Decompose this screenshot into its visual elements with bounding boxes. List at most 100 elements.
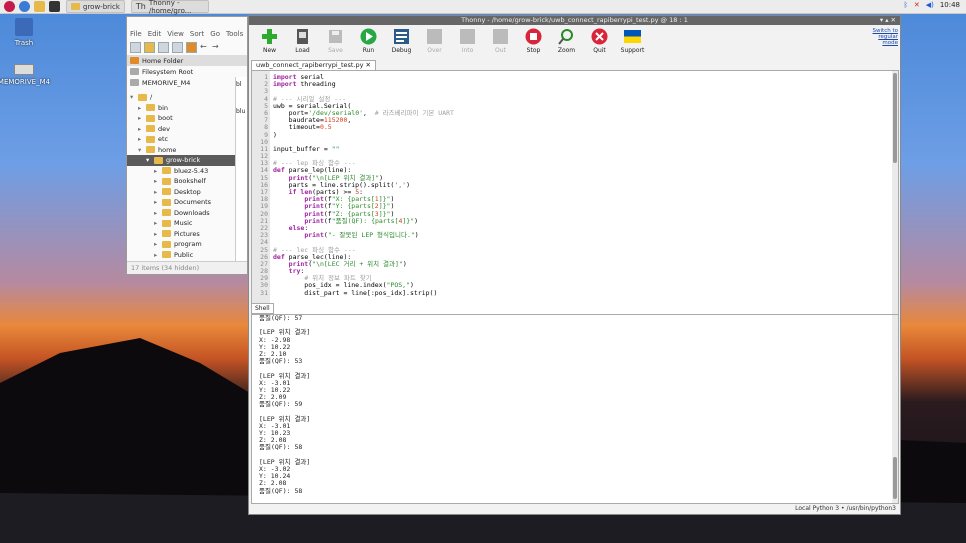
expand-arrow-icon[interactable]: ▸ — [138, 125, 143, 133]
thonny-statusbar[interactable]: Local Python 3 • /usr/bin/python3 — [249, 504, 900, 514]
back-arrow-icon[interactable]: ← — [200, 42, 209, 51]
scrollbar-thumb[interactable] — [893, 73, 897, 163]
expand-arrow-icon[interactable]: ▸ — [154, 177, 159, 185]
tree-item[interactable]: ▸ program — [127, 239, 247, 250]
stop-button[interactable]: Stop — [517, 25, 550, 54]
support-button[interactable]: Support — [616, 25, 649, 54]
place-memorive[interactable]: MEMORIVE_M4 ⏏ — [127, 77, 247, 88]
tree-item[interactable]: ▾ grow-brick — [127, 155, 247, 166]
load-button[interactable]: Load — [286, 25, 319, 54]
expand-arrow-icon[interactable]: ▾ — [138, 146, 143, 154]
place-filesystem-root[interactable]: Filesystem Root — [127, 66, 247, 77]
menu-tools[interactable]: Tools — [226, 30, 243, 38]
tree-item[interactable]: ▾ home — [127, 145, 247, 156]
menu-go[interactable]: Go — [210, 30, 220, 38]
icon-view-icon[interactable] — [158, 42, 169, 53]
tree-item-label: Documents — [174, 198, 212, 207]
zoom-button[interactable]: Zoom — [550, 25, 583, 54]
close-icon[interactable]: ✕ — [891, 16, 896, 24]
editor-tab[interactable]: uwb_connect_rapiberrypi_test.py ✕ — [251, 60, 376, 70]
expand-arrow-icon[interactable]: ▸ — [154, 219, 159, 227]
new-button[interactable]: New — [253, 25, 286, 54]
toolbar-label: Support — [620, 47, 645, 54]
tree-item[interactable]: ▸ Music — [127, 218, 247, 229]
tree-item[interactable]: ▾ / — [127, 92, 247, 103]
shell-console[interactable]: 품질(QF): 57 [LEP 위치 결과] X: -2.98 Y: 10.22 Z:… — [251, 314, 899, 504]
expand-arrow-icon[interactable]: ▸ — [154, 230, 159, 238]
shell-scrollbar[interactable] — [892, 315, 898, 503]
file-item[interactable]: blu — [236, 108, 247, 115]
folder-icon — [71, 3, 80, 10]
zoom-icon — [558, 29, 573, 45]
browser-icon[interactable] — [19, 1, 30, 12]
folder-icon — [146, 125, 155, 133]
maximize-icon[interactable]: ▴ — [885, 16, 888, 24]
tree-item-label: Downloads — [174, 208, 210, 217]
close-tab-icon[interactable]: ✕ — [366, 61, 371, 69]
volume-icon[interactable]: ◀) — [926, 1, 934, 9]
taskbar-task-thonny[interactable]: Th Thonny - /home/gro... — [130, 0, 209, 15]
menu-file[interactable]: File — [130, 30, 142, 38]
file-manager-toolbar: ← → — [127, 40, 247, 55]
clock[interactable]: 10:48 — [940, 1, 960, 9]
quit-button[interactable]: Quit — [583, 25, 616, 54]
debug-button[interactable]: Debug — [385, 25, 418, 54]
menu-edit[interactable]: Edit — [148, 30, 162, 38]
new-folder-icon[interactable] — [144, 42, 155, 53]
file-item[interactable]: bl — [236, 81, 247, 88]
expand-arrow-icon[interactable]: ▸ — [154, 251, 159, 259]
list-view-icon[interactable] — [172, 42, 183, 53]
expand-arrow-icon[interactable]: ▸ — [154, 209, 159, 217]
menu-sort[interactable]: Sort — [190, 30, 204, 38]
home-icon[interactable] — [186, 42, 197, 53]
tree-item[interactable]: ▸ bin — [127, 103, 247, 114]
raspberry-menu-icon[interactable] — [4, 1, 15, 12]
scrollbar-thumb[interactable] — [893, 457, 897, 499]
tree-item[interactable]: ▸ bluez-5.43 — [127, 166, 247, 177]
desktop-icon-trash[interactable]: Trash — [0, 18, 54, 47]
menu-view[interactable]: View — [167, 30, 184, 38]
expand-arrow-icon[interactable]: ▸ — [154, 240, 159, 248]
terminal-icon[interactable] — [49, 1, 60, 12]
tree-item[interactable]: ▸ Desktop — [127, 187, 247, 198]
bluetooth-icon[interactable]: ᛒ — [904, 1, 908, 9]
expand-arrow-icon[interactable]: ▸ — [154, 188, 159, 196]
expand-arrow-icon[interactable]: ▸ — [154, 167, 159, 175]
expand-arrow-icon[interactable]: ▸ — [138, 114, 143, 122]
taskbar-task-label: Thonny - /home/gro... — [148, 0, 192, 15]
place-home-folder[interactable]: Home Folder — [127, 55, 247, 66]
forward-arrow-icon[interactable]: → — [212, 42, 221, 51]
file-manager-icon[interactable] — [34, 1, 45, 12]
tree-item[interactable]: ▸ Downloads — [127, 208, 247, 219]
minimize-icon[interactable]: ▾ — [880, 16, 883, 24]
taskbar-task-file-manager[interactable]: grow-brick — [66, 0, 125, 13]
expand-arrow-icon[interactable]: ▾ — [146, 156, 151, 164]
desktop-icon-drive[interactable]: MEMORIVE_M4 — [0, 58, 54, 86]
run-button[interactable]: Run — [352, 25, 385, 54]
tree-item[interactable]: ▸ Pictures — [127, 229, 247, 240]
tree-item[interactable]: ▸ boot — [127, 113, 247, 124]
network-icon[interactable]: ✕ — [914, 1, 920, 9]
toolbar-label: Save — [328, 47, 343, 54]
tree-item[interactable]: ▸ Bookshelf — [127, 176, 247, 187]
toolbar-label: New — [262, 47, 277, 54]
folder-icon — [154, 156, 163, 164]
code-line: import threading — [273, 80, 336, 89]
tree-item-label: boot — [158, 114, 173, 123]
new-tab-icon[interactable] — [130, 42, 141, 53]
folder-icon — [162, 167, 171, 175]
switch-mode-link[interactable]: Switch to regular mode — [873, 28, 898, 46]
editor-scrollbar[interactable] — [892, 71, 898, 314]
tree-item[interactable]: ▸ dev — [127, 124, 247, 135]
expand-arrow-icon[interactable]: ▸ — [138, 104, 143, 112]
code-editor[interactable]: 1 2 3 4 5 6 7 8 9 10 11 12 13 14 15 16 17 18 19 20 21 22 23 24 2… — [251, 70, 899, 315]
tree-item[interactable]: ▸ etc — [127, 134, 247, 145]
desktop-icon-label: MEMORIVE_M4 — [0, 78, 51, 86]
tree-item[interactable]: ▸ Documents — [127, 197, 247, 208]
shell-tab[interactable]: Shell — [251, 303, 274, 314]
expand-arrow-icon[interactable]: ▸ — [138, 135, 143, 143]
shell-line: 품질(QF): 53 — [259, 357, 303, 366]
expand-arrow-icon[interactable]: ▸ — [154, 198, 159, 206]
tree-item[interactable]: ▸ Public — [127, 250, 247, 261]
expand-arrow-icon[interactable]: ▾ — [130, 93, 135, 101]
